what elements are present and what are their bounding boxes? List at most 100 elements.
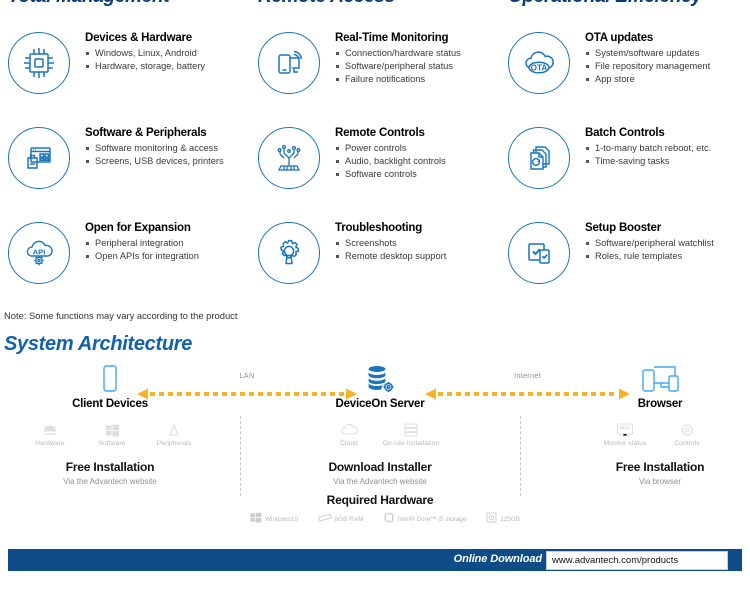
feature-list: Windows, Linux, Android Hardware, storag… bbox=[85, 47, 255, 73]
connection-lan: LAN bbox=[137, 371, 357, 402]
download-url[interactable]: www.advantech.com/products bbox=[547, 555, 678, 566]
feature-list-item: Software controls bbox=[335, 168, 505, 181]
required-hardware-list: Windows10 8GB RAM Intel® Core™ i5 storag… bbox=[250, 510, 520, 528]
feature-list-item: Peripheral integration bbox=[85, 237, 255, 250]
requirement-label: 125GB bbox=[500, 515, 520, 523]
feature-title: Setup Booster bbox=[585, 222, 661, 234]
column-heading-operational-efficiency: Operational Efficiency bbox=[508, 0, 702, 8]
feature-text: Devices & Hardware Windows, Linux, Andro… bbox=[85, 32, 255, 73]
feature-card-batch-controls: Batch Controls 1-to-many batch reboot, e… bbox=[500, 123, 750, 218]
monitor-status-icon bbox=[594, 417, 656, 437]
feature-card-remote-controls: Remote Controls Power controls Audio, ba… bbox=[250, 123, 500, 218]
diagram-divider bbox=[240, 416, 241, 496]
install-subtitle: Via browser bbox=[638, 477, 682, 486]
setup-booster-icon bbox=[508, 222, 570, 284]
feature-list-item: Screens, USB devices, printers bbox=[85, 155, 255, 168]
requirement-label: 8GB RAM bbox=[334, 515, 364, 523]
feature-text: Setup Booster Software/peripheral watchl… bbox=[585, 222, 750, 263]
ota-cloud-icon: OTA bbox=[508, 32, 570, 94]
subitem: Hardware bbox=[19, 417, 81, 447]
lan-arrow-icon bbox=[137, 388, 357, 400]
datasheet-page: Total Management Remote Access Operation… bbox=[0, 0, 750, 591]
feature-list-item: Connection/hardware status bbox=[335, 47, 505, 60]
cpu-icon bbox=[383, 510, 395, 528]
feature-list-item: Screenshots bbox=[335, 237, 505, 250]
subitems-deviceon-server: Cloud On-site installation bbox=[318, 417, 442, 447]
connection-label: LAN bbox=[239, 371, 255, 380]
troubleshooting-gear-wrench-icon bbox=[258, 222, 320, 284]
feature-list-item: File repository management bbox=[585, 60, 750, 73]
controls-gear-icon bbox=[656, 417, 718, 437]
subitem-label: Peripherals bbox=[156, 440, 192, 447]
feature-text: Troubleshooting Screenshots Remote deskt… bbox=[335, 222, 505, 263]
column-headings: Total Management Remote Access Operation… bbox=[0, 0, 750, 10]
internet-arrow-icon bbox=[425, 388, 630, 400]
subitem-label: On-site installation bbox=[382, 440, 440, 447]
feature-row: Software & Peripherals Software monitori… bbox=[0, 123, 750, 218]
svg-text:OTA: OTA bbox=[531, 63, 548, 72]
requirement-item: Windows10 bbox=[250, 510, 298, 528]
feature-list-item: Power controls bbox=[335, 142, 505, 155]
api-cloud-gear-icon: API bbox=[8, 222, 70, 284]
system-architecture-diagram: Client Devices DeviceOn Server Browser L… bbox=[0, 362, 750, 532]
feature-list-item: 1-to-many batch reboot, etc. bbox=[585, 142, 750, 155]
feature-list-item: Software/peripheral watchlist bbox=[585, 237, 750, 250]
footer-bar: Online Download www.advantech.com/produc… bbox=[8, 549, 742, 571]
feature-text: Real-Time Monitoring Connection/hardware… bbox=[335, 32, 505, 87]
column-heading-remote-access: Remote Access bbox=[258, 0, 395, 8]
install-deviceon-server: Download Installer Via the Advantech web… bbox=[290, 460, 470, 486]
remote-controls-icon bbox=[258, 127, 320, 189]
peripherals-icon bbox=[143, 417, 205, 437]
windows-icon bbox=[250, 510, 262, 528]
feature-list-item: Roles, rule templates bbox=[585, 250, 750, 263]
footnote: Note: Some functions may vary according … bbox=[4, 310, 238, 321]
feature-list-item: Time-saving tasks bbox=[585, 155, 750, 168]
column-heading-total-management: Total Management bbox=[8, 0, 170, 8]
diagram-divider bbox=[520, 416, 521, 496]
feature-card-real-time-monitoring: Real-Time Monitoring Connection/hardware… bbox=[250, 28, 500, 123]
subitem-label: Hardware bbox=[35, 440, 65, 447]
feature-list: Software monitoring & access Screens, US… bbox=[85, 142, 255, 168]
feature-card-devices-hardware: Devices & Hardware Windows, Linux, Andro… bbox=[0, 28, 250, 123]
subitem: Peripherals bbox=[143, 417, 205, 447]
subitem-label: Monitor status bbox=[603, 440, 647, 447]
install-title: Download Installer bbox=[328, 460, 432, 474]
feature-list: Software/peripheral watchlist Roles, rul… bbox=[585, 237, 750, 263]
required-hardware-title: Required Hardware bbox=[326, 493, 434, 507]
feature-list: 1-to-many batch reboot, etc. Time-saving… bbox=[585, 142, 750, 168]
install-title: Free Installation bbox=[615, 460, 705, 474]
requirement-label: Windows10 bbox=[265, 515, 299, 523]
feature-list: Power controls Audio, backlight controls… bbox=[335, 142, 505, 182]
feature-title: Batch Controls bbox=[585, 127, 665, 139]
feature-list: Connection/hardware status Software/peri… bbox=[335, 47, 505, 87]
storage-icon bbox=[486, 510, 497, 528]
download-url-box[interactable]: www.advantech.com/products bbox=[546, 551, 728, 570]
onsite-server-icon bbox=[380, 417, 442, 437]
feature-card-software-peripherals: Software & Peripherals Software monitori… bbox=[0, 123, 250, 218]
connection-internet: Internet bbox=[425, 371, 630, 402]
windows-software-icon bbox=[81, 417, 143, 437]
system-architecture-title: System Architecture bbox=[4, 333, 193, 355]
feature-card-open-for-expansion: API Open for Expansion Peripheral integr… bbox=[0, 218, 250, 313]
feature-list-item: App store bbox=[585, 73, 750, 86]
requirement-item: 125GB bbox=[486, 510, 520, 528]
software-peripherals-icon bbox=[8, 127, 70, 189]
subitem-label: Controls bbox=[674, 440, 700, 447]
online-download-label: Online Download bbox=[453, 553, 542, 565]
feature-list-item: Failure notifications bbox=[335, 73, 505, 86]
feature-text: Open for Expansion Peripheral integratio… bbox=[85, 222, 255, 263]
feature-card-ota-updates: OTA OTA updates System/software updates … bbox=[500, 28, 750, 123]
feature-text: Remote Controls Power controls Audio, ba… bbox=[335, 127, 505, 182]
feature-text: Batch Controls 1-to-many batch reboot, e… bbox=[585, 127, 750, 168]
subitem: Software bbox=[81, 417, 143, 447]
feature-grid: Devices & Hardware Windows, Linux, Andro… bbox=[0, 28, 750, 313]
feature-list-item: Software monitoring & access bbox=[85, 142, 255, 155]
feature-title: Open for Expansion bbox=[85, 222, 191, 234]
feature-list-item: System/software updates bbox=[585, 47, 750, 60]
subitem: Monitor status bbox=[594, 417, 656, 447]
feature-card-troubleshooting: Troubleshooting Screenshots Remote deskt… bbox=[250, 218, 500, 313]
realtime-monitoring-icon bbox=[258, 32, 320, 94]
feature-list-item: Hardware, storage, battery bbox=[85, 60, 255, 73]
requirement-label: Intel® Core™ i5 storage bbox=[397, 515, 467, 523]
feature-text: Software & Peripherals Software monitori… bbox=[85, 127, 255, 168]
